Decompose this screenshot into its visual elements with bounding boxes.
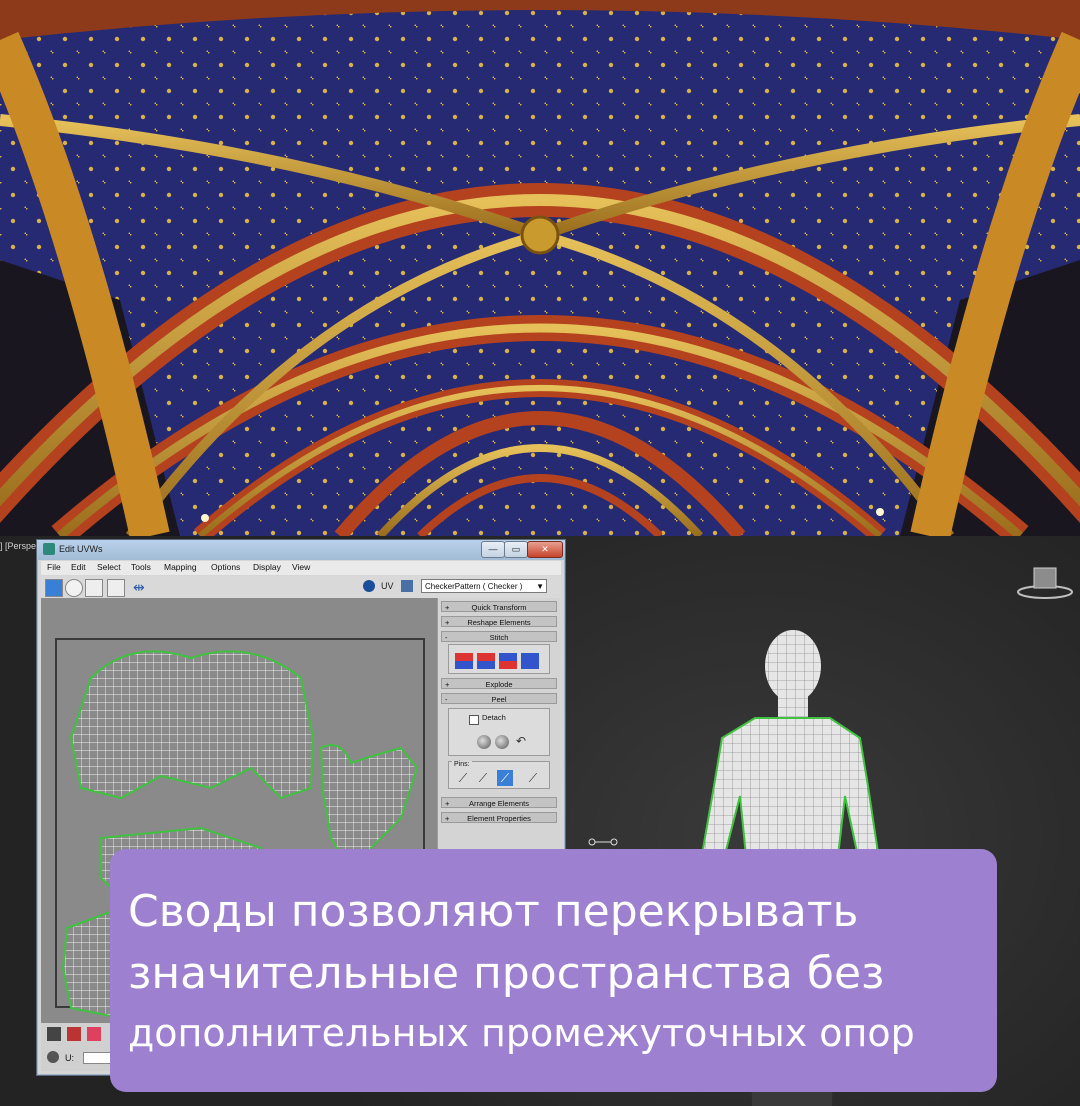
pelt-map-icon[interactable] [495, 735, 509, 749]
pins-label: Pins: [452, 761, 472, 768]
rollout-peel[interactable]: - Peel [441, 693, 557, 704]
rollout-stitch[interactable]: - Stitch [441, 631, 557, 642]
stitch-to-target-icon[interactable] [499, 653, 517, 669]
viewcube-icon[interactable] [1016, 566, 1074, 600]
app-icon [43, 543, 55, 555]
uv-label: UV [381, 581, 394, 591]
menu-bar: File Edit Select Tools Mapping Options D… [41, 561, 561, 575]
rotate-icon[interactable] [65, 579, 83, 597]
settings-gear-icon[interactable] [47, 1051, 59, 1063]
window-title: Edit UVWs [59, 544, 103, 554]
peel-group: Detach ↶ [448, 708, 550, 756]
rollout-reshape-elements[interactable]: + Reshape Elements [441, 616, 557, 627]
u-coordinate-input[interactable] [83, 1052, 113, 1064]
stitch-custom-icon[interactable] [521, 653, 539, 669]
menu-options[interactable]: Options [211, 562, 240, 572]
checker-pattern-value: CheckerPattern ( Checker ) [425, 582, 523, 591]
menu-edit[interactable]: Edit [71, 562, 86, 572]
viewport-label[interactable]: ] [Perspe [0, 541, 36, 551]
rollout-explode[interactable]: + Explode [441, 678, 557, 689]
vault-illustration [0, 0, 1080, 536]
rollout-label: Stitch [489, 633, 509, 642]
edit-pins-icon[interactable]: ⟋ [455, 770, 471, 786]
pins-group: Pins: ⟋ ⟋ ⟋ ⟋ [448, 761, 550, 789]
edge-mode-icon[interactable] [67, 1027, 81, 1041]
rollout-quick-transform[interactable]: + Quick Transform [441, 601, 557, 612]
mirror-icon[interactable]: ⇹ [133, 579, 149, 595]
scale-icon[interactable] [85, 579, 103, 597]
transform-gizmo-icon [588, 838, 618, 846]
menu-display[interactable]: Display [253, 562, 281, 572]
rollout-label: Reshape Elements [467, 618, 531, 627]
minimize-button[interactable]: — [481, 541, 505, 558]
chevron-down-icon: ▼ [536, 582, 544, 591]
cathedral-vault-photo [0, 0, 1080, 536]
stitch-average-icon[interactable] [477, 653, 495, 669]
rollout-arrange-elements[interactable]: + Arrange Elements [441, 797, 557, 808]
menu-mapping[interactable]: Mapping [164, 562, 197, 572]
stitch-to-source-icon[interactable] [455, 653, 473, 669]
reset-peel-icon[interactable]: ↶ [513, 733, 529, 749]
rollout-label: Arrange Elements [468, 799, 530, 808]
detach-checkbox[interactable] [469, 715, 479, 725]
u-coordinate-label: U: [65, 1053, 74, 1063]
rollout-label: Peel [491, 695, 507, 704]
rollout-label: Element Properties [467, 814, 531, 823]
close-button[interactable]: ✕ [527, 541, 563, 558]
unpin-icon[interactable]: ⟋ [525, 770, 541, 786]
caption-line-3: дополнительных промежуточных опор [128, 1011, 915, 1055]
checker-icon[interactable] [401, 580, 413, 592]
maximize-button[interactable]: ▭ [504, 541, 528, 558]
pin-active-icon[interactable]: ⟋ [497, 770, 513, 786]
rollout-element-properties[interactable]: + Element Properties [441, 812, 557, 823]
move-icon[interactable] [45, 579, 63, 597]
uv-icon[interactable] [363, 580, 375, 592]
uv-toolbar: ⇹ UV CheckerPattern ( Checker ) ▼ [41, 576, 561, 598]
checker-pattern-select[interactable]: CheckerPattern ( Checker ) ▼ [421, 579, 547, 593]
rollout-label: Quick Transform [471, 603, 527, 612]
menu-view[interactable]: View [292, 562, 310, 572]
quick-peel-icon[interactable] [477, 735, 491, 749]
caption-box: Своды позволяют перекрывать значительные… [110, 849, 997, 1092]
menu-tools[interactable]: Tools [131, 562, 151, 572]
rollout-label: Explode [485, 680, 513, 689]
freeform-icon[interactable] [107, 579, 125, 597]
vertex-mode-icon[interactable] [47, 1027, 61, 1041]
face-mode-icon[interactable] [87, 1027, 101, 1041]
detach-label: Detach [482, 713, 506, 722]
title-bar[interactable]: Edit UVWs — ▭ ✕ [37, 540, 565, 560]
caption-line-1: Своды позволяют перекрывать [128, 886, 859, 937]
pin-add-icon[interactable]: ⟋ [475, 770, 491, 786]
menu-file[interactable]: File [47, 562, 61, 572]
caption-line-2: значительные пространства без [128, 948, 885, 999]
menu-select[interactable]: Select [97, 562, 121, 572]
stitch-group [448, 644, 550, 674]
